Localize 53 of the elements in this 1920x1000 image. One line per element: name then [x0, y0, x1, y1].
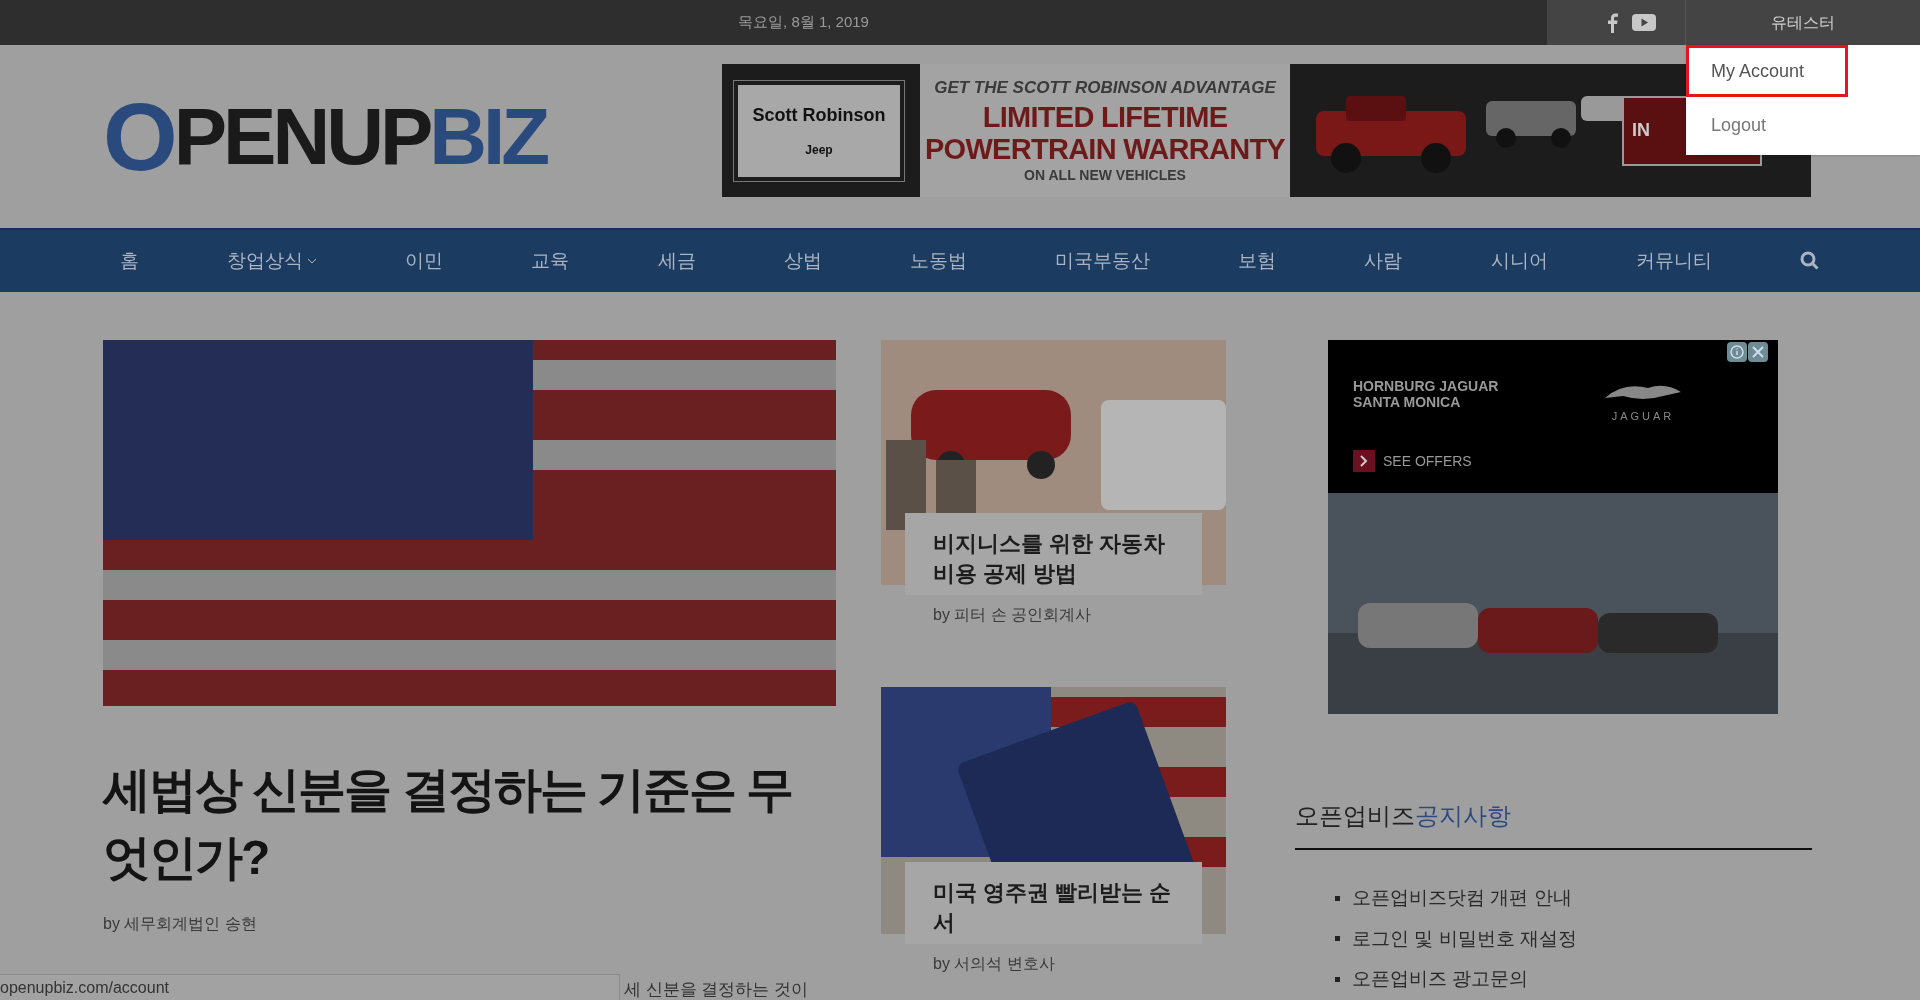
- dealer-name: SANTA MONICA: [1353, 394, 1462, 410]
- card-title[interactable]: 비지니스를 위한 자동차 비용 공제 방법: [933, 529, 1174, 589]
- bullet-icon: [1335, 936, 1340, 942]
- nav-link[interactable]: 노동법: [909, 246, 967, 276]
- caret-icon: [307, 258, 318, 264]
- card-byline: by 피터 손 공인회계사: [933, 605, 1093, 625]
- info-icon[interactable]: [1727, 342, 1747, 362]
- ad-button-text: IN: [1632, 119, 1650, 142]
- ad-subline: ON ALL NEW VEHICLES: [1024, 165, 1186, 185]
- dealer-logo-text: Scott Robinson: [752, 104, 886, 127]
- article-excerpt: 세 신분을 결정하는 것이: [624, 980, 809, 1000]
- ad-headline: POWERTRAIN WARRANTY: [925, 132, 1285, 165]
- brand-text: JAGUAR: [1611, 409, 1675, 424]
- date-text: 목요일, 8월 1, 2019: [738, 12, 869, 33]
- nav-link[interactable]: 교육: [531, 246, 570, 276]
- brand-text: Jeep: [805, 142, 833, 159]
- logo-text: PENUP: [173, 96, 430, 177]
- close-icon[interactable]: [1748, 342, 1768, 362]
- article-title[interactable]: 세법상 신분을 결정하는 기준은 무엇인가?: [103, 756, 836, 892]
- nav-link[interactable]: 사람: [1364, 246, 1403, 276]
- menu-item[interactable]: My Account: [1686, 45, 1848, 97]
- ad-tagline: GET THE SCOTT ROBINSON ADVANTAGE: [934, 77, 1276, 100]
- search-icon[interactable]: [1799, 251, 1820, 271]
- logo-initial: O: [103, 88, 174, 185]
- nav-link[interactable]: 홈: [120, 246, 139, 276]
- notice-link[interactable]: 오픈업비즈닷컴 개편 안내: [1352, 884, 1572, 913]
- section-heading: 오픈업비즈: [1295, 801, 1415, 831]
- nav-link[interactable]: 이민: [405, 246, 444, 276]
- nav-link[interactable]: 미국부동산: [1055, 246, 1151, 276]
- logo-accent: BIZ: [429, 96, 547, 177]
- bullet-icon: [1335, 895, 1340, 901]
- bullet-icon: [1335, 976, 1340, 982]
- section-heading-accent: 공지사항: [1415, 801, 1511, 831]
- see-offers-link[interactable]: SEE OFFERS: [1383, 450, 1472, 472]
- nav-link[interactable]: 보험: [1238, 246, 1277, 276]
- nav-link[interactable]: 상법: [783, 246, 822, 276]
- facebook-icon[interactable]: [1607, 12, 1618, 33]
- sidebar-ad[interactable]: HORNBURG JAGUAR SANTA MONICA SEE OFFERS JAGUAR: [1328, 340, 1778, 714]
- chevron-icon: [1353, 450, 1375, 472]
- nav-link[interactable]: 세금: [657, 246, 696, 276]
- account-menu-link[interactable]: 유테스터: [1771, 10, 1835, 35]
- nav-link[interactable]: 창업상식: [227, 246, 318, 276]
- ad-headline: LIMITED LIFETIME: [982, 100, 1228, 133]
- article-byline: by 세무회계법인 송현: [103, 914, 258, 934]
- status-url: openupbiz.com/account: [0, 977, 169, 998]
- nav-link[interactable]: 시니어: [1490, 246, 1548, 276]
- notice-link[interactable]: 로그인 및 비밀번호 재설정: [1352, 924, 1577, 953]
- youtube-icon[interactable]: [1632, 14, 1656, 31]
- notice-link[interactable]: 오픈업비즈 광고문의: [1352, 965, 1529, 994]
- dealer-name: HORNBURG JAGUAR: [1353, 378, 1500, 394]
- nav-link[interactable]: 커뮤니티: [1635, 246, 1712, 276]
- card-byline: by 서의석 변호사: [933, 954, 1056, 974]
- card-title[interactable]: 미국 영주권 빨리받는 순서: [933, 878, 1174, 938]
